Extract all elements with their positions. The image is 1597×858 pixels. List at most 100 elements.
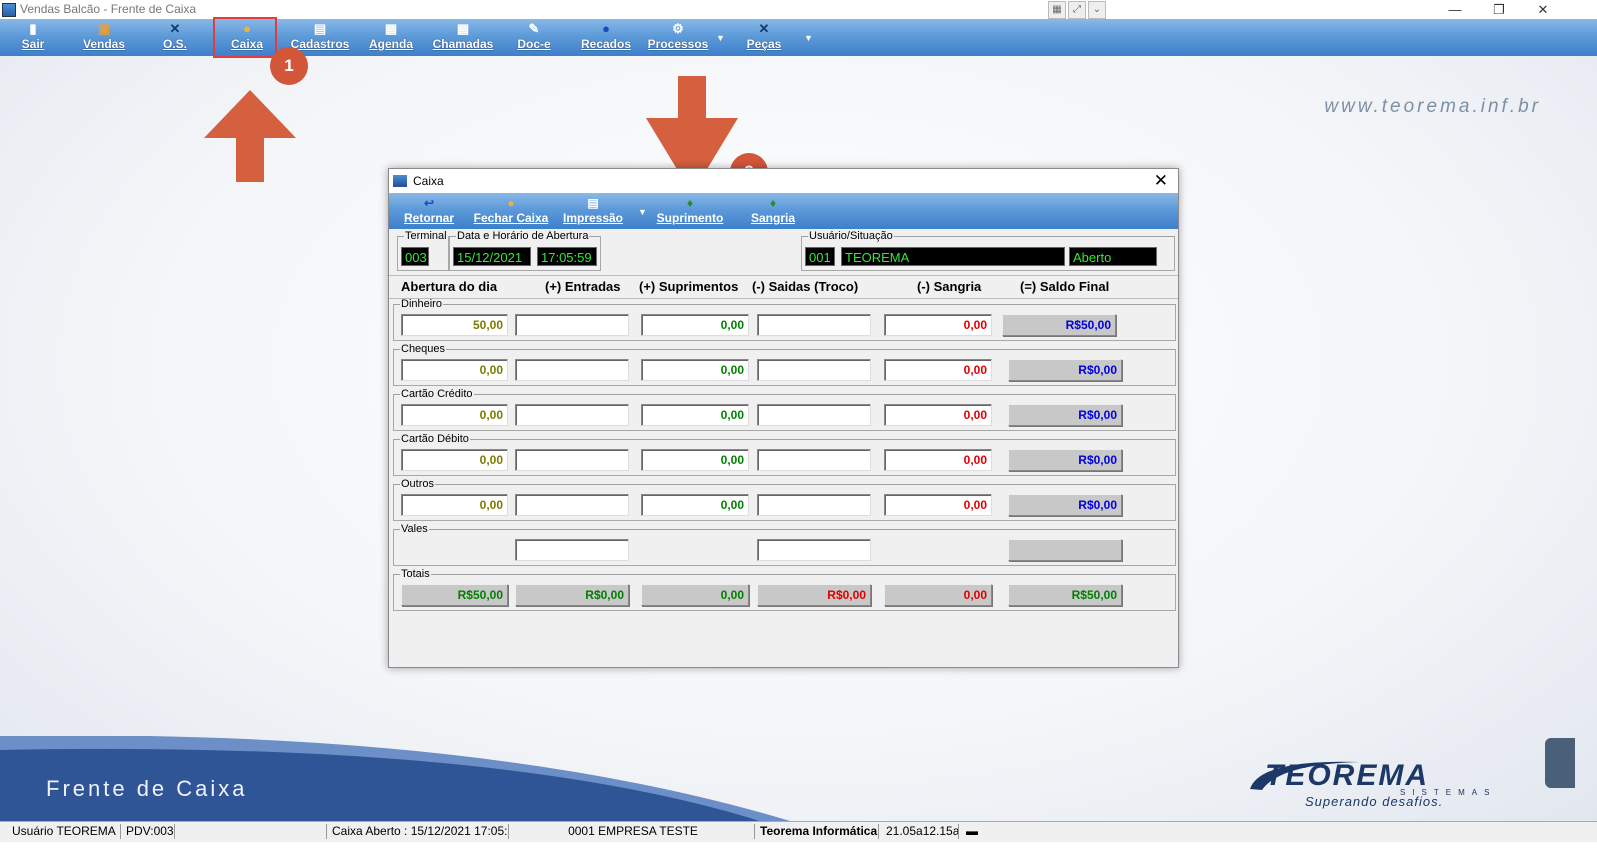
sangria-button[interactable]: ♦ Sangria — [745, 195, 801, 227]
side-panel-tab[interactable] — [1545, 738, 1575, 788]
dialog-close-button[interactable]: ✕ — [1154, 171, 1168, 191]
dinheiro-suprimentos[interactable]: 0,00 — [641, 314, 749, 336]
chevron-down-icon[interactable]: ⌄ — [1088, 1, 1106, 19]
dinheiro-saldo: R$50,00 — [1002, 314, 1116, 336]
opening-time: 17:05:59 — [537, 247, 597, 266]
cheques-sangria[interactable]: 0,00 — [884, 359, 992, 381]
impressao-dropdown-arrow[interactable]: ▼ — [638, 207, 647, 217]
debito-entradas[interactable] — [515, 449, 629, 471]
debito-saidas[interactable] — [757, 449, 871, 471]
folder-icon: ▤ — [313, 21, 327, 36]
frente-de-caixa-label: Frente de Caixa — [46, 776, 248, 801]
vales-entradas[interactable] — [515, 539, 629, 561]
credito-abertura[interactable]: 0,00 — [401, 404, 508, 426]
col-suprimentos: (+) Suprimentos — [639, 279, 739, 294]
tools-icon: ✕ — [758, 21, 770, 36]
outros-saidas[interactable] — [757, 494, 871, 516]
cashier-icon: ● — [507, 196, 515, 210]
chat-icon: ● — [602, 21, 610, 36]
box-icon: ▣ — [97, 21, 111, 36]
logo-tagline: Superando desafios. — [1305, 794, 1444, 809]
credito-entradas[interactable] — [515, 404, 629, 426]
tools-icon: ✕ — [169, 21, 181, 36]
caixa-dialog: Caixa ✕ ↩ Retornar ● Fechar Caixa ▤ Impress… — [388, 168, 1179, 668]
minimize-button[interactable]: — — [1440, 0, 1470, 19]
toolbar-doce-button[interactable]: ✎ Doc-e — [510, 21, 558, 54]
expand-icon[interactable]: ⤢ — [1068, 1, 1086, 19]
status-version: 21.05a12.15a — [886, 824, 959, 839]
credito-suprimentos[interactable]: 0,00 — [641, 404, 749, 426]
cheques-suprimentos[interactable]: 0,00 — [641, 359, 749, 381]
close-button[interactable]: ✕ — [1528, 0, 1558, 19]
toolbar-vendas-button[interactable]: ▣ Vendas — [78, 21, 130, 54]
fechar-caixa-button[interactable]: ● Fechar Caixa — [473, 195, 549, 227]
outros-entradas[interactable] — [515, 494, 629, 516]
credito-saldo: R$0,00 — [1008, 404, 1122, 426]
toolbar-os-button[interactable]: ✕ O.S. — [152, 21, 198, 54]
col-abertura: Abertura do dia — [401, 279, 498, 294]
status-bar: Usuário TEOREMA PDV:003 Caixa Aberto : 1… — [0, 821, 1597, 842]
dinheiro-sangria[interactable]: 0,00 — [884, 314, 992, 336]
toolbar-agenda-button[interactable]: ▦ Agenda — [364, 21, 418, 54]
outros-saldo: R$0,00 — [1008, 494, 1122, 516]
door-icon: ▮ — [29, 21, 37, 36]
terminal-value: 003 — [401, 247, 429, 266]
grid-icon: ▦ — [456, 21, 470, 36]
totais-saldo: R$50,00 — [1008, 584, 1122, 606]
arrow-up-annotation — [204, 90, 296, 182]
totais-saidas: R$0,00 — [757, 584, 871, 606]
dinheiro-entradas[interactable] — [515, 314, 629, 336]
bottom-edge — [0, 842, 1597, 858]
toolbar-chamadas-button[interactable]: ▦ Chamadas — [432, 21, 494, 54]
cash-register-icon — [393, 175, 407, 187]
toolbar-sair-button[interactable]: ▮ Sair — [10, 21, 56, 54]
credito-saidas[interactable] — [757, 404, 871, 426]
totais-entradas: R$0,00 — [515, 584, 629, 606]
credito-sangria[interactable]: 0,00 — [884, 404, 992, 426]
cheques-entradas[interactable] — [515, 359, 629, 381]
col-saldo-final: (=) Saldo Final — [1020, 279, 1110, 294]
debito-abertura[interactable]: 0,00 — [401, 449, 508, 471]
vales-saidas[interactable] — [757, 539, 871, 561]
toolbar-recados-button[interactable]: ● Recados — [578, 21, 634, 54]
printer-icon: ▤ — [587, 196, 599, 210]
suprimento-button[interactable]: ♦ Suprimento — [655, 195, 725, 227]
cheques-abertura[interactable]: 0,00 — [401, 359, 508, 381]
outros-suprimentos[interactable]: 0,00 — [641, 494, 749, 516]
toolbar-processos-button[interactable]: ⚙ Processos — [646, 21, 710, 54]
user-code: 001 — [805, 247, 835, 266]
totais-abertura: R$50,00 — [401, 584, 508, 606]
toolbar-pecas-button[interactable]: ✕ Peças — [740, 21, 788, 54]
gear-icon: ⚙ — [672, 21, 684, 36]
opening-date: 15/12/2021 — [453, 247, 531, 266]
outros-abertura[interactable]: 0,00 — [401, 494, 508, 516]
restore-button[interactable]: ❐ — [1484, 0, 1514, 19]
impressao-button[interactable]: ▤ Impressão — [561, 195, 625, 227]
processos-dropdown-arrow[interactable]: ▼ — [716, 33, 725, 43]
document-icon: ✎ — [528, 21, 540, 36]
dinheiro-saidas[interactable] — [757, 314, 871, 336]
website-url: www.teorema.inf.br — [1324, 96, 1541, 117]
status-empresa: 0001 EMPRESA TESTE — [512, 824, 755, 839]
dialog-title: Caixa — [413, 174, 444, 188]
totais-suprimentos: 0,00 — [641, 584, 749, 606]
dinheiro-abertura[interactable]: 50,00 — [401, 314, 508, 336]
cheques-saidas[interactable] — [757, 359, 871, 381]
dialog-toolbar: ↩ Retornar ● Fechar Caixa ▤ Impressão ▼ ♦ Su… — [389, 193, 1178, 229]
return-icon: ↩ — [423, 196, 435, 210]
pecas-dropdown-arrow[interactable]: ▼ — [804, 33, 813, 43]
dialog-title-bar: Caixa ✕ — [389, 169, 1178, 193]
col-entradas: (+) Entradas — [545, 279, 621, 294]
grid-icon[interactable]: ▦ — [1048, 1, 1066, 19]
debito-sangria[interactable]: 0,00 — [884, 449, 992, 471]
app-icon — [2, 3, 16, 17]
debito-suprimentos[interactable]: 0,00 — [641, 449, 749, 471]
col-sangria: (-) Sangria — [917, 279, 982, 294]
caixa-status: Aberto — [1069, 247, 1157, 266]
status-pdv: PDV:003 — [126, 824, 175, 839]
step-1-badge: 1 — [270, 47, 308, 85]
outros-sangria[interactable]: 0,00 — [884, 494, 992, 516]
status-user: Usuário TEOREMA — [12, 824, 121, 839]
vales-saldo — [1008, 539, 1122, 561]
retornar-button[interactable]: ↩ Retornar — [401, 195, 457, 227]
